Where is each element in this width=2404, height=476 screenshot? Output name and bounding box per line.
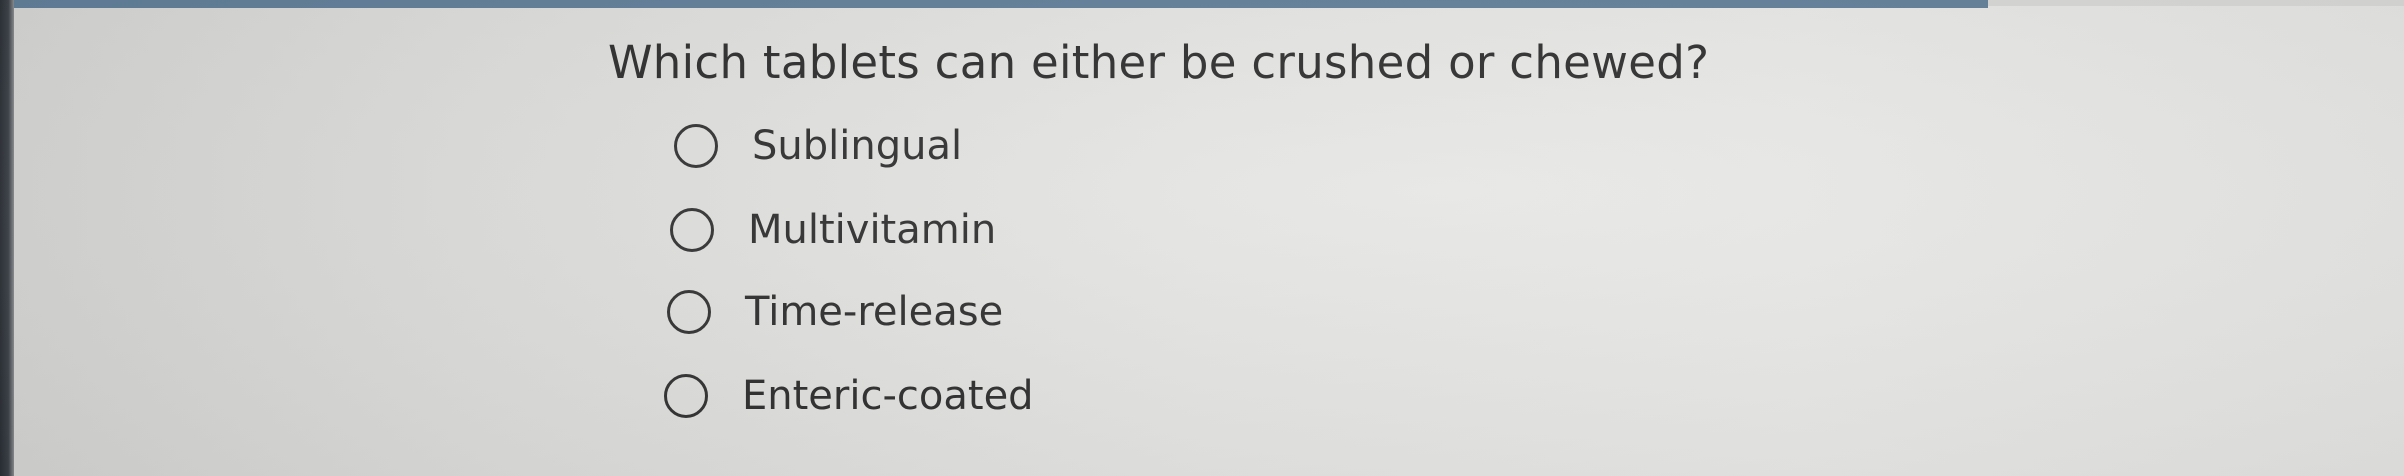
question-text: Which tablets can either be crushed or c…: [608, 36, 1710, 89]
radio-button-icon[interactable]: [667, 290, 711, 334]
top-accent-bar: [14, 0, 1988, 8]
option-label: Enteric-coated: [742, 373, 1034, 419]
option-label: Time-release: [745, 289, 1004, 335]
radio-button-icon[interactable]: [670, 208, 714, 252]
radio-button-icon[interactable]: [664, 374, 708, 418]
option-label: Multivitamin: [748, 207, 997, 253]
option-enteric-coated[interactable]: Enteric-coated: [664, 368, 1034, 424]
option-sublingual[interactable]: Sublingual: [674, 118, 962, 174]
option-time-release[interactable]: Time-release: [667, 284, 1003, 340]
screen-left-edge: [0, 0, 14, 476]
top-bar-right: [1988, 0, 2404, 6]
option-label: Sublingual: [752, 123, 963, 169]
radio-button-icon[interactable]: [674, 124, 718, 168]
option-multivitamin[interactable]: Multivitamin: [670, 202, 996, 258]
answer-options: Sublingual Multivitamin Time-release Ent…: [664, 118, 1384, 448]
